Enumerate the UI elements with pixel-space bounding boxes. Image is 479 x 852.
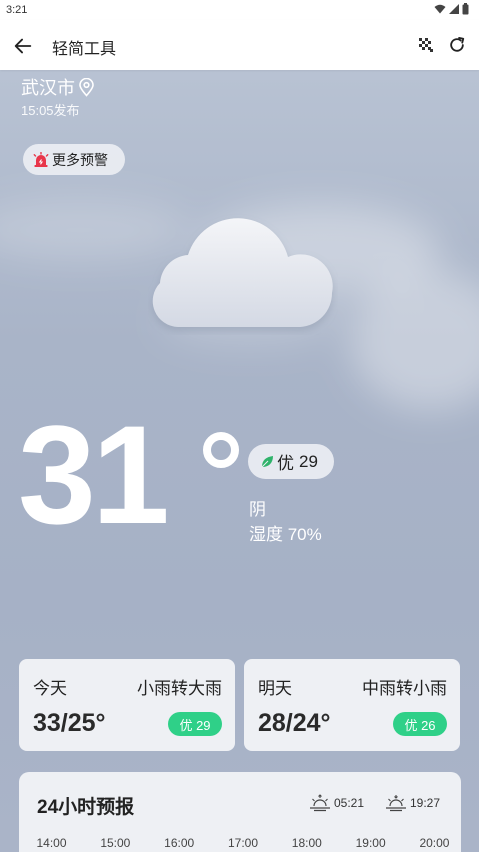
day-weather-desc: 中雨转小雨 (362, 679, 447, 698)
hour-label: 19:00 (355, 836, 386, 850)
hour-labels: 14:00 15:00 16:00 17:00 18:00 19:00 20:0… (29, 836, 457, 850)
degree-symbol (203, 432, 239, 468)
grid-icon[interactable] (417, 36, 435, 54)
hour-label: 15:00 (100, 836, 131, 850)
aqi-label: 优 (277, 454, 294, 473)
hourly-forecast-card: 24小时预报 05:21 19:27 14:00 15:00 16:00 17:… (19, 772, 461, 852)
weather-condition: 阴 (249, 500, 266, 519)
system-icons (434, 3, 469, 15)
sunset-icon (386, 795, 406, 812)
leaf-icon (261, 455, 273, 467)
cloud-icon (152, 218, 333, 327)
status-time: 3:21 (6, 4, 28, 16)
day-aqi-badge: 优 26 (393, 712, 447, 736)
sunset-time: 19:27 (410, 796, 441, 810)
today-card[interactable]: 今天 小雨转大雨 33/25° 优 29 (19, 659, 235, 751)
city-name[interactable]: 武汉市 (21, 74, 75, 100)
hour-label: 16:00 (164, 836, 195, 850)
status-bar: 3:21 (0, 0, 479, 20)
app-title: 轻简工具 (52, 41, 117, 58)
hour-label: 17:00 (227, 836, 258, 850)
sunrise-icon (310, 794, 330, 812)
day-weather-desc: 小雨转大雨 (137, 679, 222, 698)
current-temperature: 31 (18, 396, 170, 553)
location-pin-icon[interactable] (78, 77, 95, 97)
forecast-heading: 24小时预报 (37, 797, 135, 818)
tomorrow-card[interactable]: 明天 中雨转小雨 28/24° 优 26 (244, 659, 460, 751)
app-bar: 轻简工具 (0, 20, 479, 70)
wifi-icon (434, 4, 446, 14)
more-alerts-button[interactable]: 更多预警 (23, 144, 125, 175)
more-alerts-label: 更多预警 (52, 151, 108, 168)
humidity: 湿度 70% (249, 525, 322, 544)
day-temp-range: 33/25° (33, 709, 106, 737)
alert-siren-icon (33, 151, 49, 167)
location-row[interactable]: 武汉市 (21, 74, 95, 100)
day-aqi-badge: 优 29 (168, 712, 222, 736)
back-arrow-icon[interactable] (12, 35, 34, 57)
aqi-value: 29 (299, 451, 318, 471)
aqi-badge[interactable]: 优 29 (248, 444, 334, 479)
publish-time: 15:05发布 (21, 103, 80, 118)
day-temp-range: 28/24° (258, 709, 331, 737)
sunrise-time: 05:21 (334, 796, 365, 810)
sunset-info: 19:27 (385, 794, 440, 812)
day-label: 明天 (258, 679, 292, 698)
refresh-icon[interactable] (447, 35, 467, 55)
battery-icon (462, 3, 469, 15)
hour-label: 20:00 (419, 836, 450, 850)
sunrise-info: 05:21 (309, 794, 364, 812)
day-label: 今天 (33, 679, 67, 698)
hour-label: 14:00 (36, 836, 67, 850)
hour-label: 18:00 (291, 836, 322, 850)
signal-icon (449, 4, 459, 14)
